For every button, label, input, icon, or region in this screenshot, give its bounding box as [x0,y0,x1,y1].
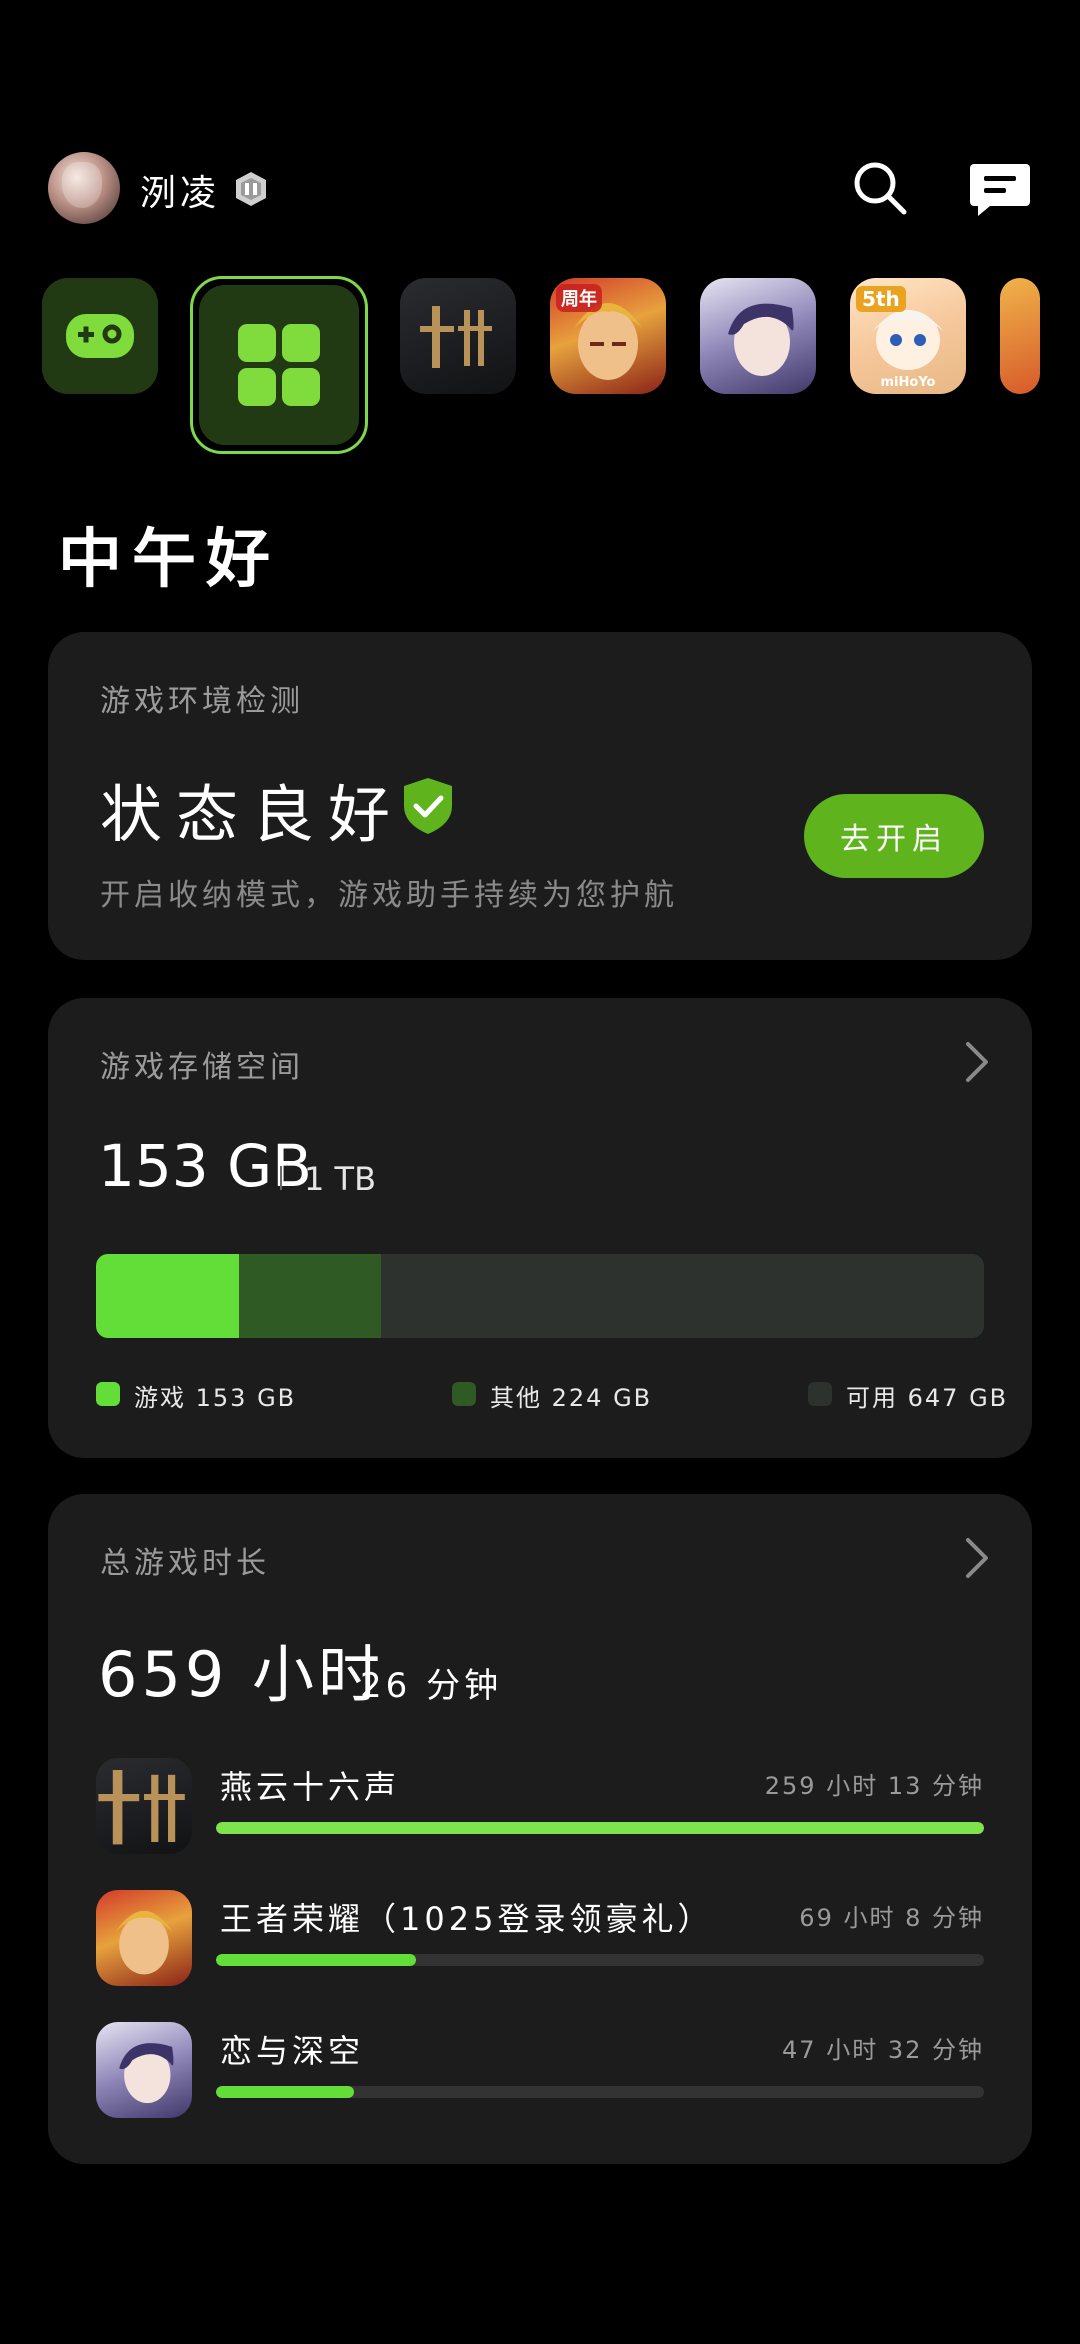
playtime-bar-fill [216,2086,355,2098]
game-row[interactable]: 恋与深空 47 小时 32 分钟 [96,2022,984,2122]
playtime-minutes: 26 分钟 [360,1666,503,1706]
game-center-button[interactable] [42,278,158,394]
playtime-bar [216,1954,984,1966]
app-strip: 周年 5th miHoYo [0,276,1080,456]
game-time: 69 小时 8 分钟 [799,1904,984,1932]
publisher-label: miHoYo [880,375,936,390]
game-row[interactable]: 王者荣耀（1025登录领豪礼） 69 小时 8 分钟 [96,1890,984,1990]
playtime-bar-fill [216,1954,416,1966]
game-name: 王者荣耀（1025登录领豪礼） [220,1900,714,1938]
storage-total: 1 TB [304,1160,377,1198]
game-tile-partial[interactable] [1000,278,1040,394]
chevron-right-icon[interactable] [962,1536,990,1580]
game-tile-yanyun[interactable] [400,278,516,394]
username[interactable]: 洌凌 [140,164,220,216]
divider [280,1166,282,1190]
yanyun-logo-icon [96,1758,192,1854]
game-tile-honor-of-kings[interactable]: 周年 [550,278,666,394]
search-icon[interactable] [848,156,912,220]
gamepad-icon [66,314,134,358]
total-playtime-card[interactable]: 总游戏时长 659 小时 26 分钟 燕云十六声 259 小时 13 分钟 王者… [48,1494,1032,2164]
game-tile-genshin[interactable]: 5th miHoYo [850,278,966,394]
fifth-anniversary-badge: 5th [856,286,906,312]
game-tile-love-and-deepspace[interactable] [700,278,816,394]
playtime-bar-fill [216,1822,984,1834]
chevron-right-icon[interactable] [962,1040,990,1084]
legend-label: 其他 224 GB [490,1384,653,1412]
enable-button[interactable]: 去开启 [804,794,984,878]
hero-portrait-icon [96,1890,192,1986]
user-avatar[interactable] [48,152,120,224]
game-row[interactable]: 燕云十六声 259 小时 13 分钟 [96,1758,984,1858]
game-name: 燕云十六声 [220,1768,401,1806]
character-portrait-icon [96,2022,192,2118]
message-icon[interactable] [968,156,1032,220]
anniversary-badge: 周年 [556,284,602,312]
legend-label: 游戏 153 GB [134,1384,297,1412]
game-time: 259 小时 13 分钟 [764,1772,984,1800]
grid-icon [238,324,320,406]
game-time: 47 小时 32 分钟 [782,2036,984,2064]
game-storage-card[interactable]: 游戏存储空间 153 GB 1 TB 游戏 153 GB 其他 224 GB 可… [48,998,1032,1458]
legend-dot [808,1382,832,1406]
header: 洌凌 [48,150,1032,226]
playtime-bar [216,1822,984,1834]
game-environment-card: 游戏环境检测 状态良好 开启收纳模式，游戏助手持续为您护航 去开启 [48,632,1032,960]
game-name: 恋与深空 [220,2032,365,2070]
storage-other-segment [238,1254,382,1338]
env-description: 开启收纳模式，游戏助手持续为您护航 [100,878,678,913]
legend-label: 可用 647 GB [846,1384,1009,1412]
env-status: 状态良好 [100,778,405,851]
card-title: 总游戏时长 [100,1546,270,1581]
legend-dot [96,1382,120,1406]
playtime-bar [216,2086,984,2098]
card-title: 游戏存储空间 [100,1050,304,1085]
yanyun-logo-icon [420,306,492,368]
greeting: 中午好 [58,523,280,597]
card-title: 游戏环境检测 [100,684,304,719]
character-portrait-icon [728,303,794,376]
storage-bar [96,1254,984,1338]
storage-games-segment [96,1254,239,1338]
level-badge-icon[interactable] [234,170,268,208]
all-apps-tile[interactable] [190,276,368,454]
legend-dot [452,1382,476,1406]
shield-check-icon [404,778,452,834]
playtime-hours: 659 小时 [98,1638,385,1711]
